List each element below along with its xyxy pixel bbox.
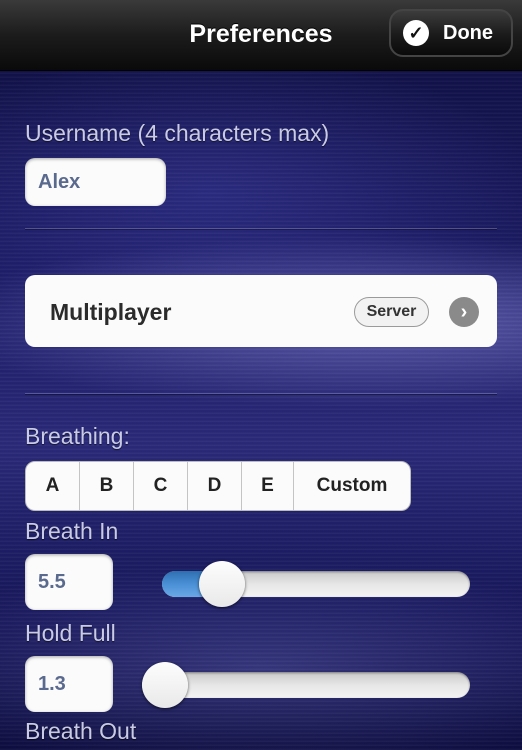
navigation-bar: Preferences ✓ Done: [0, 0, 522, 71]
hold-full-slider-track[interactable]: [142, 672, 470, 698]
hold-full-label: Hold Full: [25, 620, 116, 646]
done-button-label: Done: [443, 21, 493, 44]
breath-in-label: Breath In: [25, 518, 119, 544]
multiplayer-label: Multiplayer: [50, 299, 172, 325]
segment-e[interactable]: E: [242, 462, 294, 510]
segment-custom[interactable]: Custom: [294, 462, 410, 510]
hold-full-slider-thumb[interactable]: [142, 662, 188, 708]
username-label: Username (4 characters max): [25, 120, 330, 146]
server-badge: Server: [354, 297, 429, 327]
segment-a[interactable]: A: [26, 462, 80, 510]
breathing-label: Breathing:: [25, 423, 130, 449]
chevron-right-circle-icon[interactable]: ›: [449, 297, 479, 327]
breath-in-slider-thumb[interactable]: [198, 561, 245, 607]
breath-in-value[interactable]: 5.5: [25, 554, 113, 610]
checkmark-icon: ✓: [403, 20, 429, 46]
hold-full-value[interactable]: 1.3: [25, 656, 113, 712]
username-input[interactable]: Alex: [25, 158, 166, 206]
segment-c[interactable]: C: [134, 462, 188, 510]
multiplayer-row[interactable]: Multiplayer Server ›: [25, 275, 497, 347]
breathing-segmented-control: A B C D E Custom: [25, 461, 411, 511]
segment-b[interactable]: B: [80, 462, 134, 510]
segment-d[interactable]: D: [188, 462, 242, 510]
breath-out-label: Breath Out: [25, 718, 137, 744]
done-button[interactable]: ✓ Done: [389, 9, 513, 57]
divider: [25, 228, 497, 229]
divider: [25, 393, 497, 394]
